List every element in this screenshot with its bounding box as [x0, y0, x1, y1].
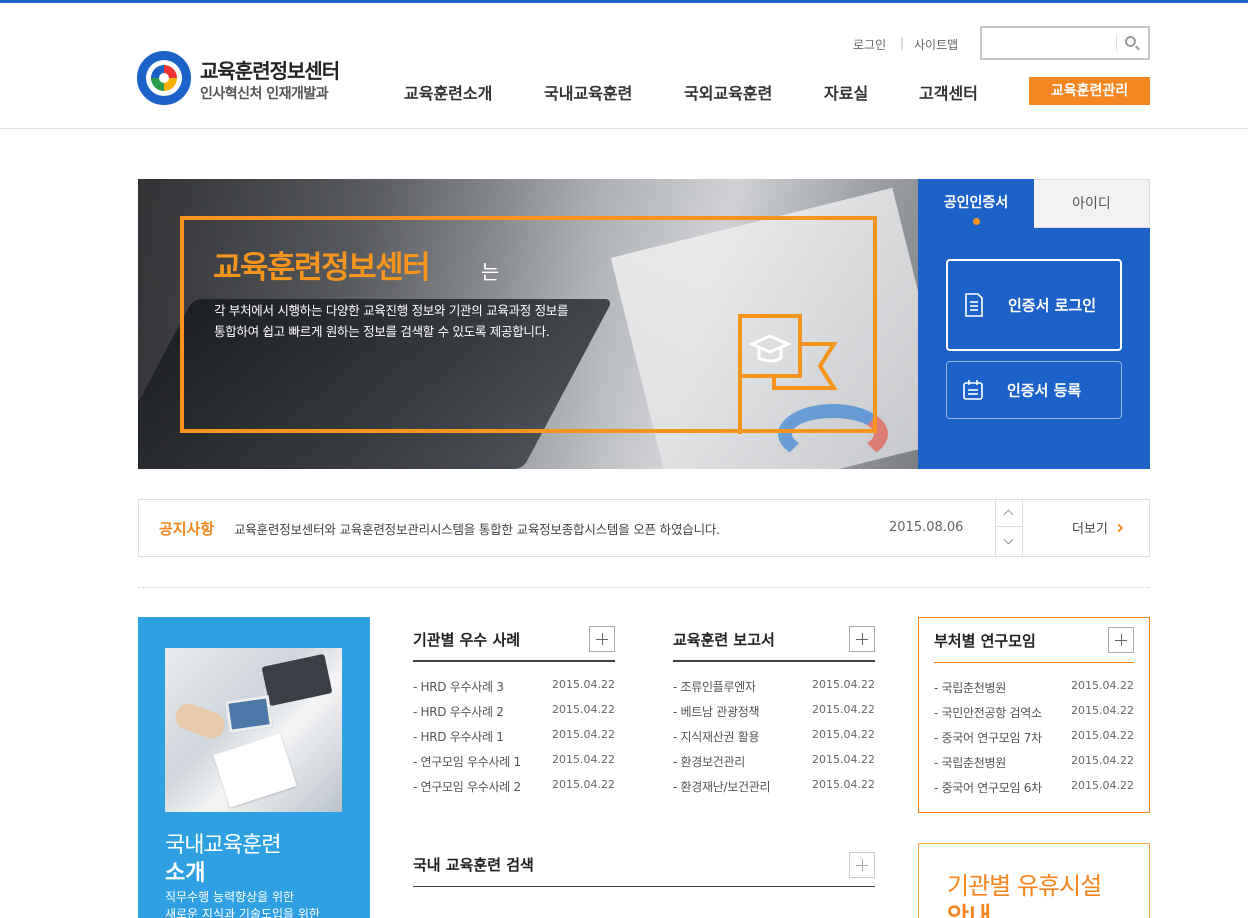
logo-subtitle: 인사혁신처 인재개발과: [200, 86, 329, 102]
ministry-research-list: 부처별 연구모임 - 국립춘천병원 2015.04.22 - 국민안전공항 검역소…: [918, 617, 1150, 813]
domestic-training-intro-card[interactable]: 국내교육훈련 소개 직무수행 능력향상을 위한 새로운 지식과 기술도입을 위한: [138, 617, 370, 918]
list-title: 기관별 우수 사례: [413, 631, 521, 649]
list-item[interactable]: - HRD 우수사례 1 2015.04.22: [413, 725, 615, 750]
hero-banner: 교육훈련정보센터 는 각 부처에서 시행하는 다양한 교육진행 정보와 기관의 …: [138, 179, 918, 469]
list-item[interactable]: - 중국어 연구모임 7차 2015.04.22: [934, 726, 1134, 751]
section-divider: [138, 587, 1150, 588]
certificate-register-button[interactable]: 인증서 등록: [946, 361, 1122, 419]
calendar-icon: [963, 380, 983, 400]
certificate-login-button[interactable]: 인증서 로그인: [946, 259, 1122, 351]
section-title: 국내 교육훈련 검색: [413, 856, 534, 874]
plus-icon[interactable]: [1108, 627, 1134, 653]
list-item[interactable]: - 연구모임 우수사례 2 2015.04.22: [413, 775, 615, 800]
site-logo[interactable]: 교육훈련정보센터 인사혁신처 인재개발과: [137, 50, 357, 108]
notice-more-link[interactable]: 더보기: [1072, 518, 1124, 537]
list-item[interactable]: - 중국어 연구모임 6차 2015.04.22: [934, 776, 1134, 801]
nav-item-resources[interactable]: 자료실: [824, 80, 868, 104]
notice-label: 공지사항: [159, 520, 215, 538]
plus-icon[interactable]: [589, 626, 615, 652]
emblem-icon: [137, 51, 191, 105]
notice-date: 2015.08.06: [889, 520, 964, 535]
nav-manage-button[interactable]: 교육훈련관리: [1029, 77, 1150, 105]
chevron-down-icon[interactable]: [996, 527, 1023, 555]
intro-photo: [165, 648, 342, 812]
login-panel: 공인인증서 아이디 인증서 로그인 인증서 등록: [918, 179, 1150, 469]
nav-item-intro[interactable]: 교육훈련소개: [404, 80, 492, 104]
list-item[interactable]: - 국립춘천병원 2015.04.22: [934, 751, 1134, 776]
hero-title-suffix: 는: [481, 260, 500, 284]
active-tab-dot: [973, 218, 980, 225]
hero-description: 각 부처에서 시행하는 다양한 교육진행 정보와 기관의 교육과정 정보를 통합…: [214, 303, 569, 339]
list-item[interactable]: - 조류인플루엔자 2015.04.22: [673, 675, 875, 700]
domestic-training-search: 국내 교육훈련 검색: [413, 843, 875, 887]
list-item[interactable]: - 국민안전공항 검역소 2015.04.22: [934, 701, 1134, 726]
list-title: 부처별 연구모임: [934, 632, 1036, 650]
list-item[interactable]: - 환경보건관리 2015.04.22: [673, 750, 875, 775]
nav-item-domestic[interactable]: 국내교육훈련: [544, 80, 632, 104]
list-item[interactable]: - 환경재난/보건관리 2015.04.22: [673, 775, 875, 800]
list-item[interactable]: - HRD 우수사례 3 2015.04.22: [413, 675, 615, 700]
list-item[interactable]: - HRD 우수사례 2 2015.04.22: [413, 700, 615, 725]
facility-title-bold: 안내: [947, 902, 992, 918]
login-link[interactable]: 로그인: [853, 36, 886, 53]
tab-certificate[interactable]: 공인인증서: [918, 179, 1034, 228]
sitemap-link[interactable]: 사이트맵: [914, 36, 958, 53]
notice-bar: 공지사항 교육훈련정보센터와 교육훈련정보관리시스템을 통합한 교육정보종합시스…: [138, 499, 1150, 557]
hero-title: 교육훈련정보센터: [213, 250, 431, 286]
top-accent-line: [0, 0, 1248, 3]
search-box: [980, 26, 1150, 60]
certificate-doc-icon: [965, 293, 983, 317]
nav-item-overseas[interactable]: 국외교육훈련: [684, 80, 772, 104]
intro-title-bold: 소개: [165, 861, 206, 886]
list-item[interactable]: - 연구모임 우수사례 1 2015.04.22: [413, 750, 615, 775]
chevron-up-icon[interactable]: [996, 499, 1023, 527]
plus-icon[interactable]: [849, 626, 875, 652]
plus-icon[interactable]: [849, 852, 875, 878]
chevron-right-icon: [1114, 523, 1124, 533]
list-item[interactable]: - 지식재산권 활용 2015.04.22: [673, 725, 875, 750]
list-item[interactable]: - 베트남 관광정책 2015.04.22: [673, 700, 875, 725]
header-divider: [0, 128, 1248, 129]
logo-title: 교육훈련정보센터: [200, 59, 340, 83]
tab-id[interactable]: 아이디: [1034, 179, 1150, 228]
intro-description: 직무수행 능력향상을 위한 새로운 지식과 기술도입을 위한: [165, 890, 320, 918]
notice-controls: [995, 499, 1023, 557]
util-separator: |: [900, 36, 905, 50]
list-title: 교육훈련 보고서: [673, 631, 775, 649]
graduation-cap-icon: [738, 314, 838, 434]
notice-link[interactable]: 교육훈련정보센터와 교육훈련정보관리시스템을 통합한 교육정보종합시스템을 오픈…: [234, 519, 720, 538]
nav-item-support[interactable]: 고객센터: [919, 80, 978, 104]
search-icon[interactable]: [1125, 36, 1136, 47]
facility-guide-card[interactable]: 기관별 유휴시설 안내: [918, 843, 1150, 918]
search-input[interactable]: [986, 32, 1112, 54]
list-item[interactable]: - 국립춘천병원 2015.04.22: [934, 676, 1134, 701]
